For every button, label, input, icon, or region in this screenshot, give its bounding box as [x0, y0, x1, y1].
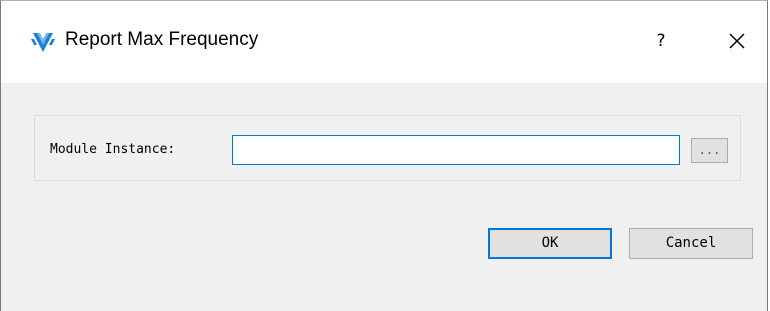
dialog-title: Report Max Frequency [65, 29, 259, 50]
browse-button[interactable]: ... [691, 138, 728, 163]
module-instance-input[interactable] [232, 135, 680, 165]
report-max-frequency-dialog: Report Max Frequency ? Module Instance: … [0, 0, 768, 311]
title-bar: Report Max Frequency ? [1, 1, 767, 83]
close-icon[interactable] [721, 25, 753, 57]
module-instance-group: Module Instance: ... [34, 115, 741, 181]
gowin-logo-icon [31, 33, 55, 52]
module-instance-label: Module Instance: [50, 142, 176, 157]
ok-button[interactable]: OK [488, 228, 612, 259]
help-button[interactable]: ? [647, 25, 675, 57]
cancel-button[interactable]: Cancel [629, 228, 753, 259]
